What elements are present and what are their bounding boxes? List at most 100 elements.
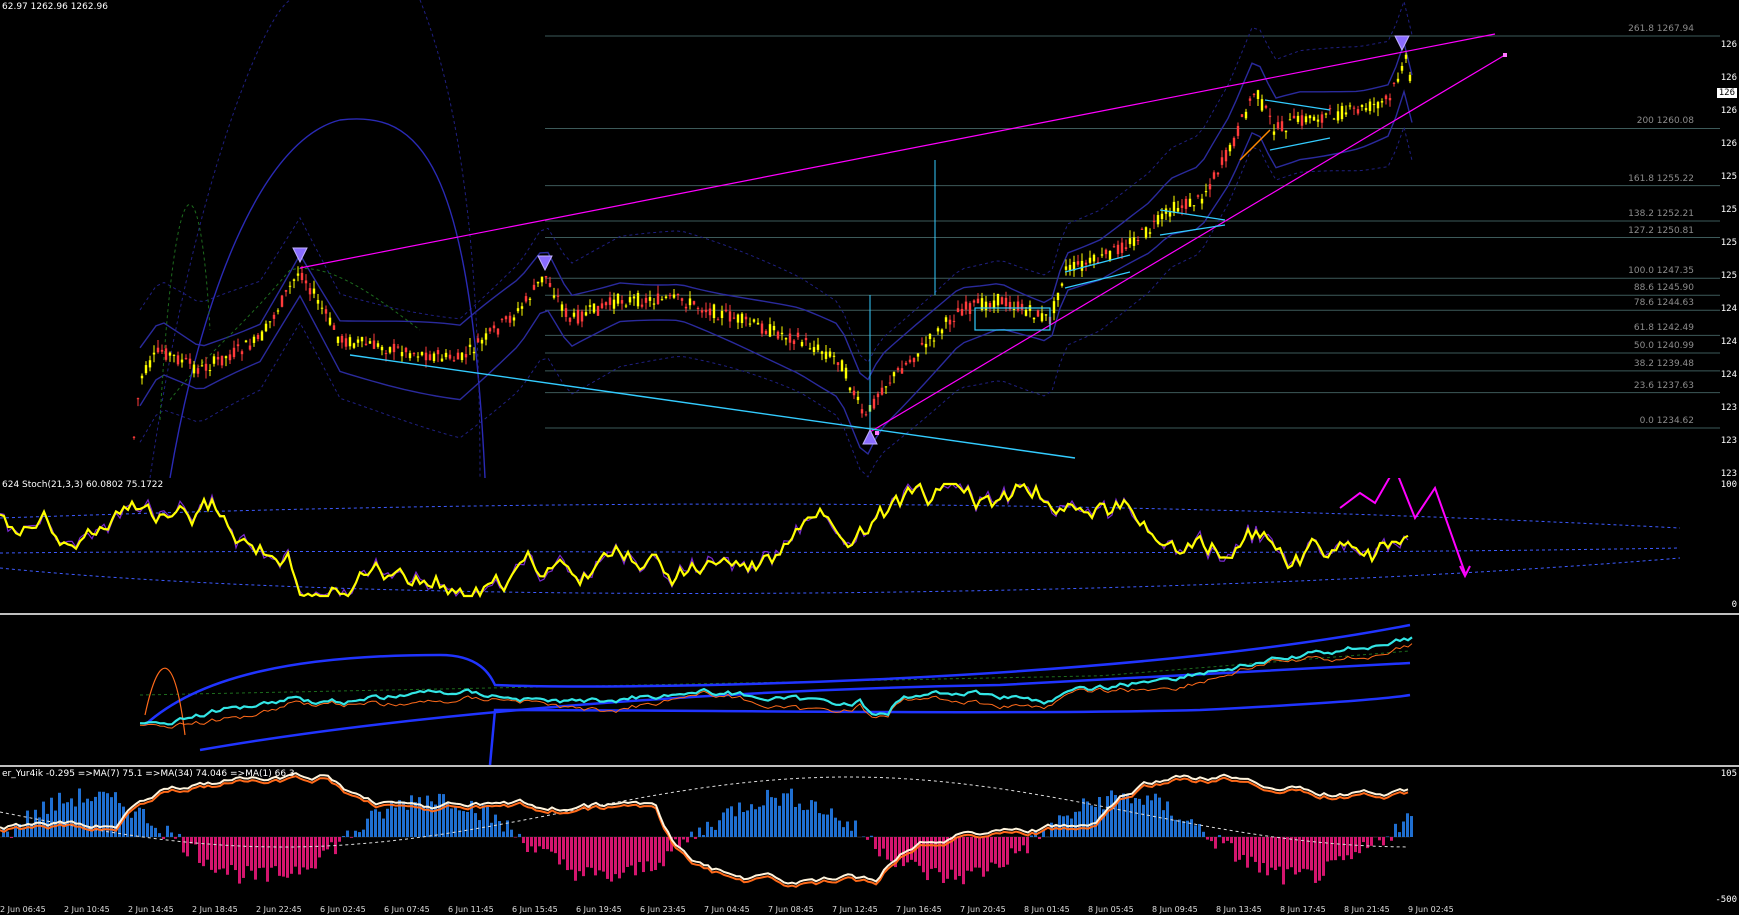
histogram-title: er_Yur4ik -0.295 =>MA(7) 75.1 =>MA(34) 7… — [2, 769, 295, 779]
histogram-axis-min: -500 — [1715, 895, 1737, 905]
time-axis-label: 2 Jun 22:45 — [256, 905, 302, 914]
histogram-bar-positive — [1122, 793, 1125, 837]
time-axis-label: 8 Jun 01:45 — [1024, 905, 1070, 914]
candle-body — [380, 346, 384, 351]
histogram-bar-positive — [158, 833, 161, 837]
price-axis-label: 126 — [1720, 73, 1737, 83]
sell-arrow-icon — [1394, 35, 1410, 52]
candle-body — [288, 285, 292, 287]
candle-body — [1368, 101, 1372, 111]
histogram-bar-positive — [6, 831, 9, 837]
candle-body — [1284, 130, 1288, 133]
histogram-bar-negative — [558, 837, 561, 865]
time-axis-label: 6 Jun 07:45 — [384, 905, 430, 914]
candle-body — [736, 314, 740, 323]
time-axis-label: 8 Jun 13:45 — [1216, 905, 1262, 914]
histogram-bar-negative — [634, 837, 637, 876]
candle-body — [1220, 157, 1224, 165]
histogram-bar-negative — [882, 837, 885, 849]
histogram-bar-positive — [178, 833, 181, 837]
candle-body — [136, 398, 140, 400]
candle-body — [224, 356, 228, 359]
histogram-bar-negative — [1230, 837, 1233, 844]
candle-body — [1316, 119, 1320, 122]
candle-body — [356, 339, 360, 343]
histogram-bar-negative — [1018, 837, 1021, 852]
time-axis-label: 6 Jun 15:45 — [512, 905, 558, 914]
histogram-bar-negative — [606, 837, 609, 879]
histogram-bar-negative — [1334, 837, 1337, 861]
candle-body — [324, 309, 328, 314]
histogram-bar-negative — [242, 837, 245, 878]
candle-body — [392, 343, 396, 353]
histogram-bar-negative — [1318, 837, 1321, 881]
price-chart-canvas[interactable] — [0, 0, 1739, 478]
histogram-bar-positive — [778, 805, 781, 837]
candle-body — [640, 304, 644, 307]
candle-body — [1344, 112, 1348, 115]
candle-body — [680, 298, 684, 301]
stochastic-title: 624 Stoch(21,3,3) 60.0802 75.1722 — [2, 480, 164, 490]
histogram-bar-positive — [750, 804, 753, 837]
histogram-bar-positive — [770, 797, 773, 837]
candle-body — [748, 323, 752, 325]
candle-body — [416, 356, 420, 358]
candle-body — [1240, 114, 1244, 117]
histogram-bar-negative — [1322, 837, 1325, 876]
histogram-bar-positive — [818, 813, 821, 837]
stochastic-canvas[interactable] — [0, 478, 1739, 613]
histogram-bar-positive — [1146, 795, 1149, 837]
price-chart-pane[interactable]: 62.97 1262.96 1262.96 261.8 1267.94 200 1… — [0, 0, 1739, 512]
histogram-bar-positive — [762, 805, 765, 837]
candle-body — [1084, 262, 1088, 265]
candle-body — [560, 304, 564, 311]
histogram-bar-negative — [226, 837, 229, 875]
stochastic-pane[interactable]: 624 Stoch(21,3,3) 60.0802 75.1722 100 0 — [0, 478, 1739, 613]
candle-body — [408, 353, 412, 359]
histogram-bar-positive — [1030, 835, 1033, 837]
candle-body — [732, 317, 736, 319]
bands-indicator-pane[interactable] — [0, 615, 1739, 765]
histogram-bar-positive — [502, 831, 505, 837]
candle-body — [168, 352, 172, 356]
bands-indicator-canvas[interactable] — [0, 615, 1739, 765]
candle-body — [304, 280, 308, 284]
histogram-bar-negative — [1294, 837, 1297, 875]
histogram-canvas[interactable] — [0, 767, 1739, 905]
histogram-bar-negative — [594, 837, 597, 876]
candle-body — [852, 390, 856, 396]
candle-body — [1360, 105, 1364, 107]
histogram-bar-positive — [510, 829, 513, 837]
histogram-bar-positive — [1142, 804, 1145, 837]
candle-body — [816, 344, 820, 350]
histogram-bar-negative — [1330, 837, 1333, 861]
histogram-bar-negative — [1314, 837, 1317, 883]
candle-body — [656, 293, 660, 305]
candle-body — [184, 357, 188, 360]
candle-body — [348, 337, 352, 347]
trendline-handle — [875, 431, 879, 435]
histogram-bar-negative — [994, 837, 997, 864]
histogram-bar-negative — [926, 837, 929, 881]
histogram-bar-positive — [1106, 796, 1109, 837]
candle-body — [796, 332, 800, 338]
histogram-bar-negative — [630, 837, 633, 866]
candle-body — [716, 319, 720, 321]
buy-arrow-icon — [862, 428, 878, 445]
histogram-bar-positive — [166, 825, 169, 837]
candle-body — [1016, 301, 1020, 311]
histogram-bar-negative — [174, 837, 177, 839]
flag-pattern — [1264, 99, 1331, 151]
candle-body — [232, 347, 236, 358]
histogram-bar-positive — [1078, 811, 1081, 837]
histogram-bar-negative — [1026, 837, 1029, 854]
candle-body — [1012, 308, 1016, 310]
candle-body — [264, 323, 268, 332]
candle-body — [948, 319, 952, 325]
histogram-bar-negative — [874, 837, 877, 849]
histogram-pane[interactable]: er_Yur4ik -0.295 =>MA(7) 75.1 =>MA(34) 7… — [0, 767, 1739, 905]
time-axis-label: 9 Jun 02:45 — [1408, 905, 1454, 914]
candle-body — [424, 352, 428, 361]
candle-body — [1276, 122, 1280, 129]
candle-body — [1100, 254, 1104, 256]
